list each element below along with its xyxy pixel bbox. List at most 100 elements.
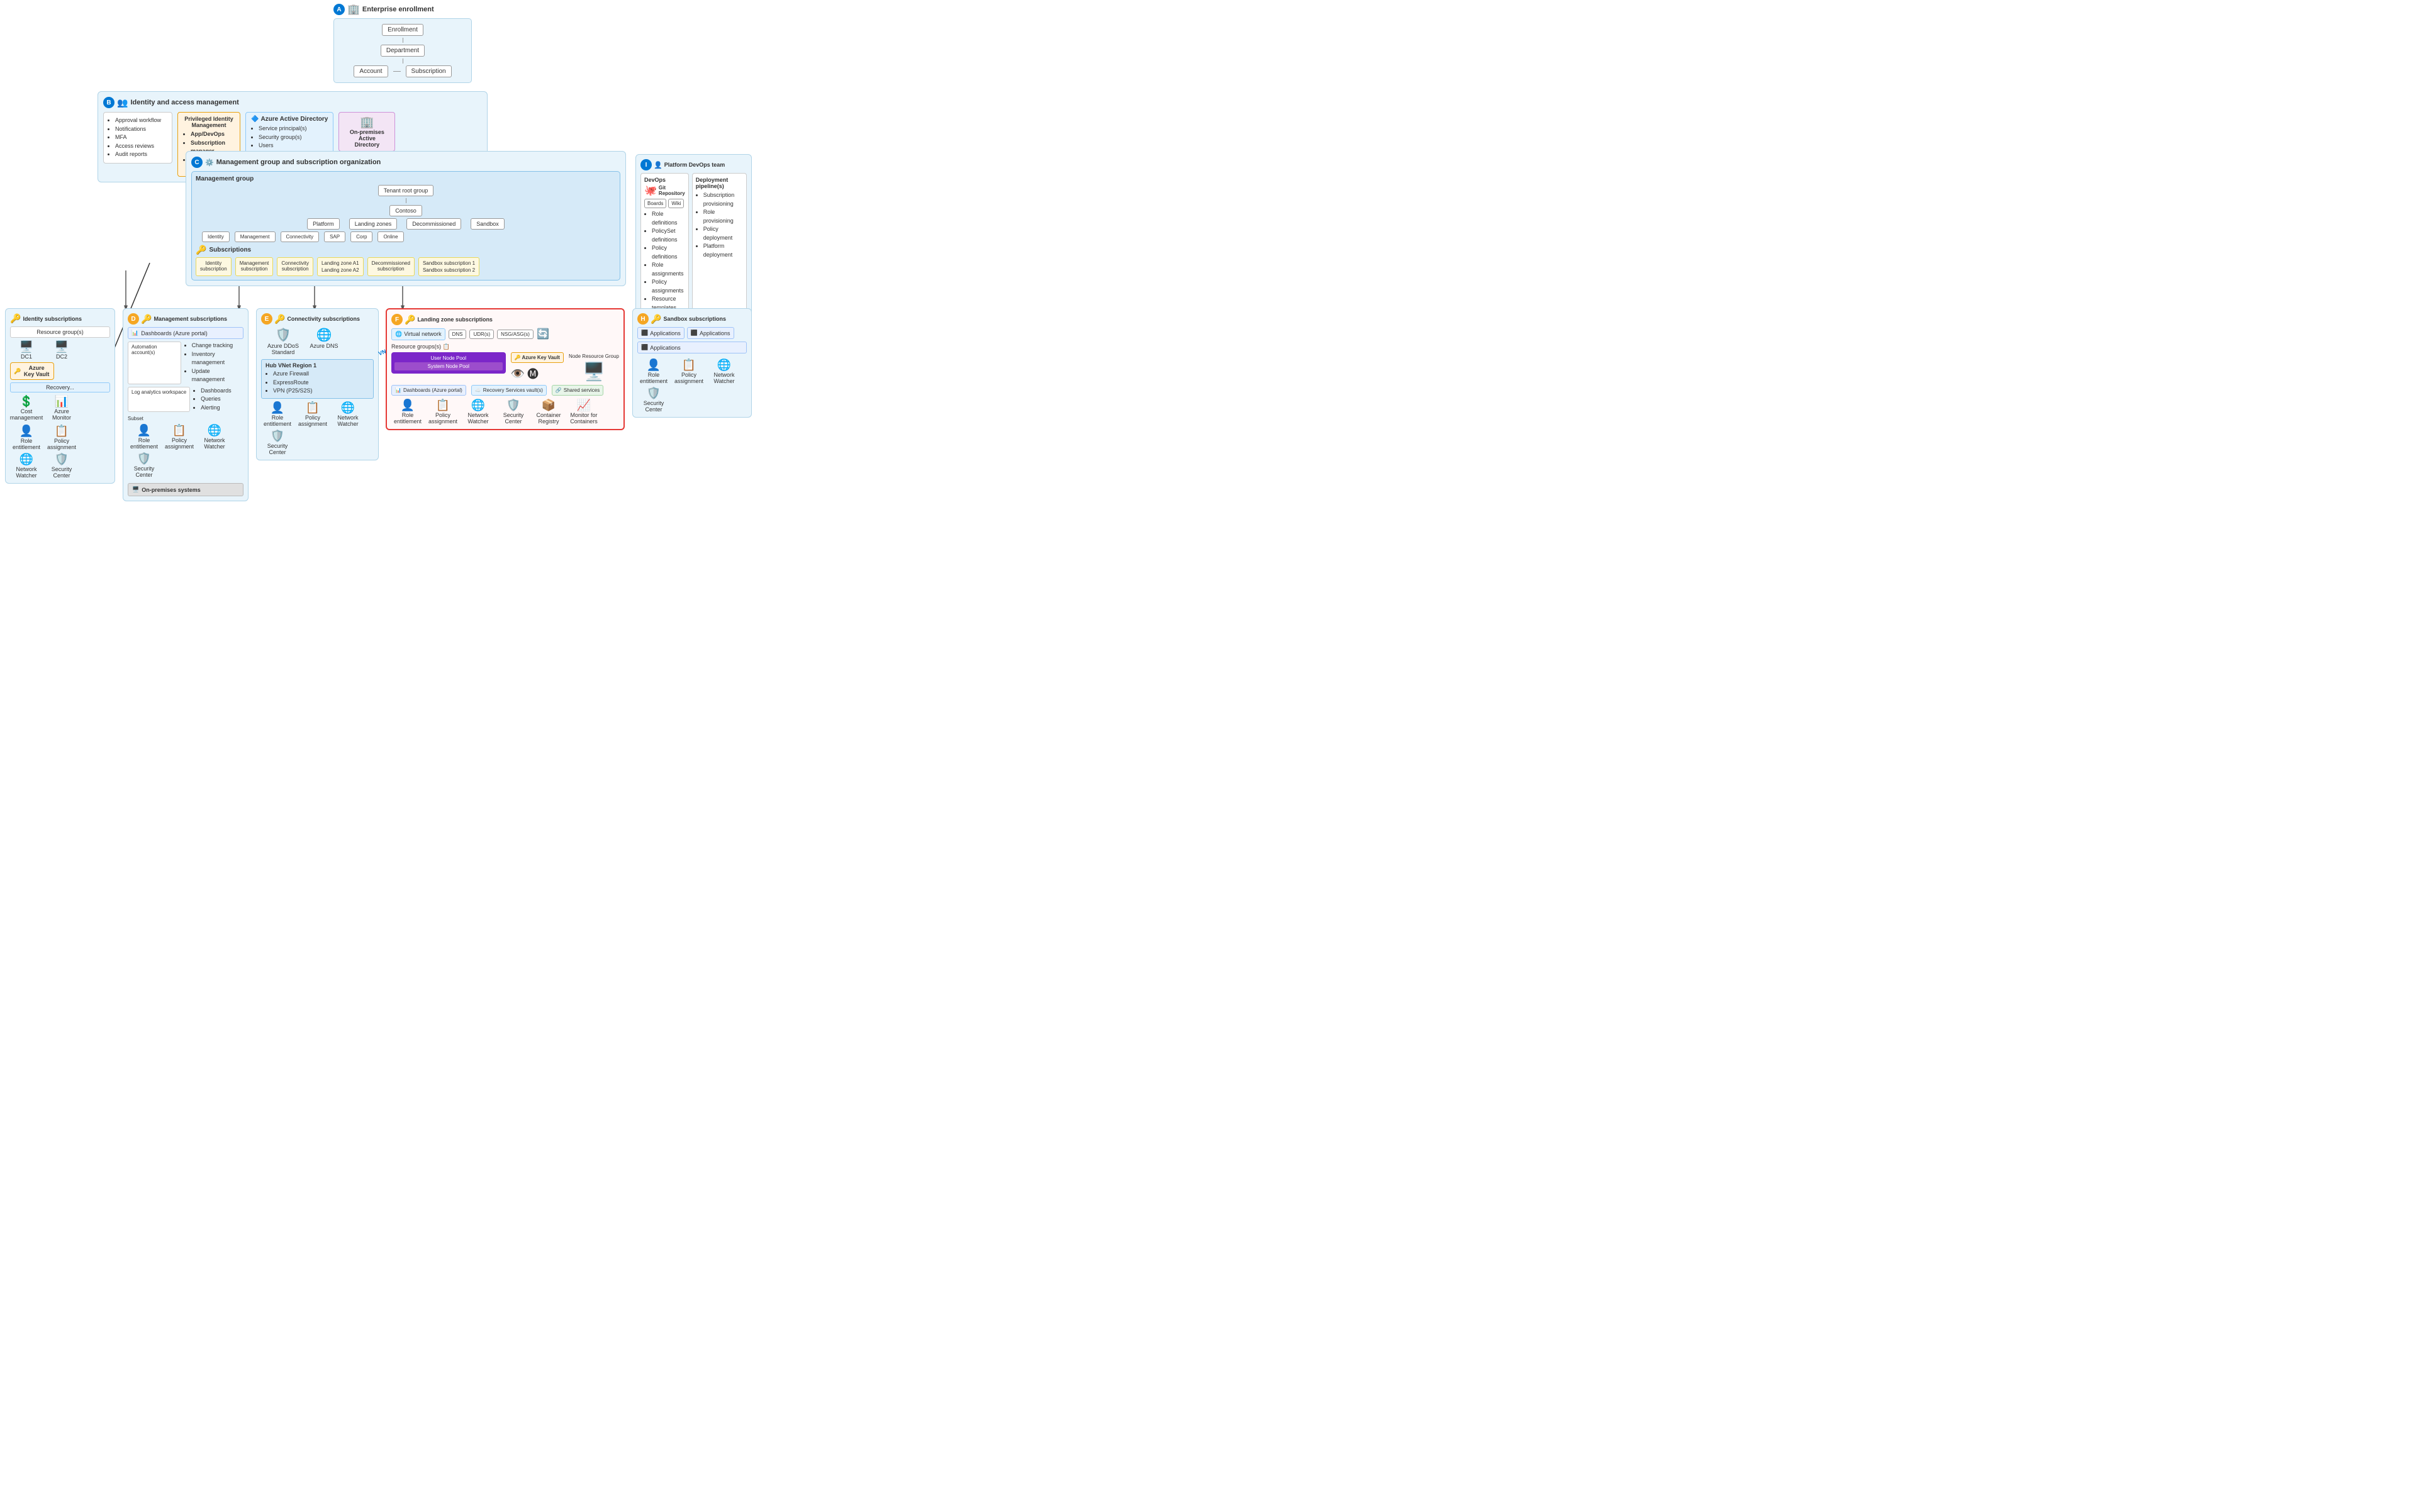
identity-subscriptions-section: 🔑 Identity subscriptions Resource group(… [5, 308, 115, 484]
enterprise-enrollment-section: A 🏢 Enterprise enrollment Enrollment Dep… [333, 3, 472, 83]
identity-subs-title: Identity subscriptions [23, 316, 82, 322]
enterprise-enrollment-title: Enterprise enrollment [362, 6, 434, 13]
badge-i: I [640, 159, 652, 170]
log-bullets: Dashboards Queries Alerting [193, 387, 232, 413]
monitor-containers-lz: 📈 Monitor for Containers [567, 399, 600, 425]
security-center-mgmt: 🛡️ Security Center [128, 452, 160, 478]
azure-monitor-identity: 📊 Azure Monitor [45, 395, 78, 421]
subset-label: Subset [128, 416, 243, 421]
iam-bullets: Approval workflow Notifications MFA Acce… [108, 116, 168, 159]
sandbox-subscriptions-section: H 🔑 Sandbox subscriptions ⬛Applications … [632, 308, 752, 418]
platform-box: Platform [307, 218, 340, 230]
automation-bullets: Change tracking Inventory management Upd… [184, 342, 243, 384]
azure-dns-icon: 🌐 Azure DNS [308, 327, 340, 355]
dc2-icon-item: 🖥️ DC2 [45, 340, 78, 360]
connectivity-sub: Connectivitysubscription [277, 257, 313, 276]
role-entitlement-identity: 👤 Role entitlement [10, 425, 43, 450]
badge-f: F [391, 314, 403, 325]
enrollment-box: Enrollment [382, 24, 423, 36]
management-sub: Managementsubscription [235, 257, 274, 276]
connectivity-subscriptions-section: E 🔑 Connectivity subscriptions 🛡️ Azure … [256, 308, 379, 460]
dns-box: DNS [449, 330, 467, 339]
mgmt-subs-title: Management subscriptions [154, 316, 227, 322]
decom-sub: Decommissionedsubscription [367, 257, 415, 276]
subscriptions-label: Subscriptions [209, 247, 251, 253]
network-watcher-identity: 🌐 Network Watcher [10, 453, 43, 479]
node-resource-group: Node Resource Group [569, 353, 619, 359]
role-entitlement-sandbox: 👤 Role entitlement [637, 359, 670, 384]
management-subscriptions-section: D 🔑 Management subscriptions 📊 Dashboard… [123, 308, 249, 501]
platform-devops-section: I 👤 Platform DevOps team DevOps 🐙 Git Re… [635, 154, 752, 321]
contoso-box: Contoso [389, 205, 422, 216]
landing-zone-subs: Landing zone A1 Landing zone A2 [317, 257, 364, 276]
security-center-lz: 🛡️ Security Center [497, 399, 530, 425]
boards-box: Boards [644, 199, 666, 208]
policy-assignment-sandbox: 📋 Policy assignment [673, 359, 705, 384]
container-registry-lz: 📦 Container Registry [532, 399, 565, 425]
resource-groups-lz: Resource groups(s) 📋 [391, 343, 619, 350]
landing-zone-subs-title: Landing zone subscriptions [417, 316, 493, 323]
key-vault-lz: 🔑Azure Key Vault [511, 352, 564, 363]
shared-services-lz: 🔗Shared services [552, 385, 603, 396]
identity-access-title: Identity and access management [130, 99, 238, 106]
corp-mg: Corp [350, 231, 372, 242]
connectivity-mg: Connectivity [281, 231, 320, 242]
ddos-icon: 🛡️ Azure DDoS Standard [261, 327, 305, 355]
landing-zone-subscriptions-section: F 🔑 Landing zone subscriptions 🌐 Virtual… [386, 308, 625, 430]
badge-e: E [261, 313, 272, 325]
security-center-conn: 🛡️ Security Center [261, 430, 294, 455]
cost-mgmt-identity: 💲 Cost management [10, 395, 43, 421]
app1-sandbox: ⬛Applications [637, 327, 685, 339]
subscription-box: Subscription [406, 65, 452, 77]
badge-d: D [128, 313, 139, 325]
pipeline-bullets: Subscription provisioning Role provision… [696, 191, 743, 259]
wiki-box: Wiki [668, 199, 684, 208]
sandbox-subs-title: Sandbox subscriptions [663, 316, 726, 322]
pim-title: Privileged Identity Management [184, 116, 233, 128]
management-mg: Management [235, 231, 276, 242]
diagram-container: A 🏢 Enterprise enrollment Enrollment Dep… [0, 0, 755, 478]
management-group-section: C ⚙️ Management group and subscription o… [186, 151, 626, 286]
security-center-sandbox: 🛡️ Security Center [637, 387, 670, 413]
management-group-title: Management group and subscription organi… [216, 158, 381, 166]
sandbox-box: Sandbox [471, 218, 505, 230]
recovery-lz: ☁️Recovery Services vault(s) [471, 385, 547, 396]
network-watcher-lz: 🌐 Network Watcher [462, 399, 495, 425]
azure-ad-bullets: Service principal(s) Security group(s) U… [251, 125, 328, 150]
network-watcher-mgmt: 🌐 Network Watcher [198, 424, 231, 450]
app2-sandbox: ⬛Applications [687, 327, 734, 339]
connectivity-subs-title: Connectivity subscriptions [287, 316, 360, 322]
role-entitlement-mgmt: 👤 Role entitlement [128, 424, 160, 450]
git-bullets: Role definitions PolicySet definitions P… [644, 210, 685, 312]
role-entitlement-conn: 👤 Role entitlement [261, 401, 294, 427]
policy-assignment-lz: 📋 Policy assignment [427, 399, 459, 425]
tenant-root-box: Tenant root group [378, 185, 434, 196]
platform-devops-title: Platform DevOps team [664, 162, 725, 168]
app3-sandbox: ⬛Applications [637, 342, 747, 353]
key-vault-identity: 🔑Azure Key Vault [10, 362, 54, 380]
landing-zones-box: Landing zones [349, 218, 398, 230]
online-mg: Online [377, 231, 403, 242]
dashboards-lz: 📊Dashboards (Azure portal) [391, 385, 466, 396]
network-watcher-sandbox: 🌐 Network Watcher [708, 359, 740, 384]
account-box: Account [354, 65, 388, 77]
decommissioned-box: Decommissioned [406, 218, 461, 230]
sandbox-subs: Sandbox subscription 1 Sandbox subscript… [418, 257, 479, 276]
sap-mg: SAP [324, 231, 345, 242]
recovery-box: Recovery... [10, 382, 110, 392]
badge-a: A [333, 4, 345, 15]
network-watcher-conn: 🌐 Network Watcher [332, 401, 364, 427]
badge-c: C [191, 157, 203, 168]
security-center-identity: 🛡️ Security Center [45, 453, 78, 479]
policy-assignment-conn: 📋 Policy assignment [296, 401, 329, 427]
hub-vnet-label: Hub VNet Region 1 [265, 362, 369, 369]
policy-assignment-identity: 📋 Policy assignment [45, 425, 78, 450]
badge-b: B [103, 97, 115, 108]
role-entitlement-lz: 👤 Role entitlement [391, 399, 424, 425]
dashboards-mgmt: 📊 Dashboards (Azure portal) [128, 327, 243, 339]
hub-bullets: Azure Firewall ExpressRoute VPN (P25/S2S… [265, 370, 369, 396]
department-box: Department [381, 45, 425, 57]
mg-label: Management group [196, 175, 616, 182]
resource-groups-box: Resource group(s) [10, 326, 110, 338]
node-pool-box: User Node Pool System Node Pool [391, 352, 506, 374]
